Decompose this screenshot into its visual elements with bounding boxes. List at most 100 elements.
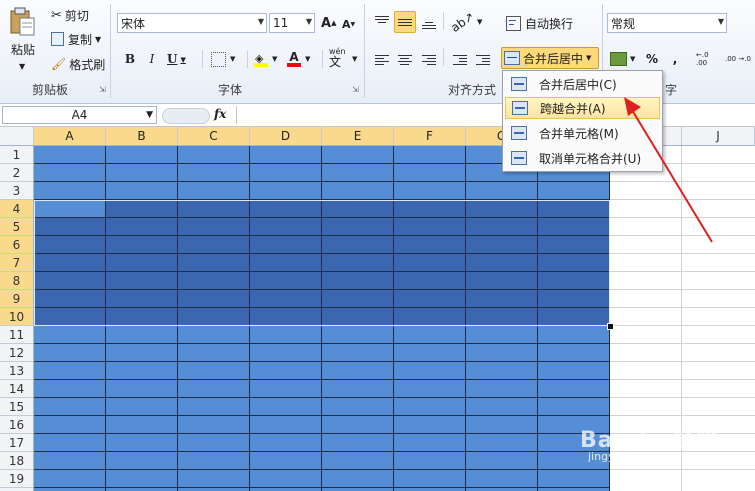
cut-label: 剪切 [64, 8, 89, 23]
formula-input[interactable] [238, 105, 753, 125]
row-header[interactable]: 17 [0, 434, 33, 452]
row-header[interactable]: 14 [0, 380, 33, 398]
increase-decimal-button[interactable]: ←.0 .00 [695, 46, 721, 72]
row-header[interactable]: 18 [0, 452, 33, 470]
fill-color-dropdown-icon[interactable]: ▼ [272, 55, 277, 63]
font-name-combo[interactable]: 宋体 ▼ [117, 13, 267, 33]
grow-font-button[interactable]: A ▲ [320, 13, 336, 33]
row-header[interactable]: 11 [0, 326, 33, 344]
copy-button[interactable]: 复制 ▼ [50, 30, 102, 48]
accounting-dropdown-icon[interactable]: ▼ [630, 55, 635, 63]
row-header[interactable]: 5 [0, 218, 33, 236]
brush-icon: 🖌 [51, 57, 67, 71]
align-center-button[interactable] [394, 47, 414, 69]
align-left-button[interactable] [371, 47, 391, 69]
col-header[interactable]: E [322, 127, 394, 145]
paste-button[interactable]: 粘贴 [4, 4, 42, 60]
wrap-text-label: 自动换行 [525, 16, 574, 31]
align-top-button[interactable] [371, 11, 391, 33]
font-color-button[interactable]: A ▼ [286, 48, 318, 70]
row-header[interactable]: 13 [0, 362, 33, 380]
orientation-button[interactable]: ab↗ ▼ [448, 9, 482, 35]
row-header[interactable]: 8 [0, 272, 33, 290]
paint-bucket-icon: ◈ [254, 51, 268, 67]
accounting-format-button[interactable]: ▼ [609, 48, 639, 70]
font-group-label: 字体 [217, 83, 242, 97]
col-header[interactable]: C [178, 127, 250, 145]
row-header[interactable]: 16 [0, 416, 33, 434]
merge-center-button[interactable]: 合并后居中 ▼ [501, 47, 599, 69]
col-header[interactable]: B [106, 127, 178, 145]
percent-button[interactable]: % [643, 48, 661, 70]
clipboard-launcher-icon[interactable]: ⇲ [99, 85, 108, 94]
row-header[interactable]: 10 [0, 308, 33, 326]
orientation-dropdown-icon[interactable]: ▼ [477, 18, 482, 26]
align-bottom-button[interactable] [418, 11, 438, 33]
decrease-indent-icon [453, 53, 467, 67]
cell-grid[interactable]: Bai du 经验 jingyan.baidu.com [34, 146, 755, 491]
underline-button[interactable]: U ▼ [166, 49, 192, 69]
row-header[interactable]: 9 [0, 290, 33, 308]
decrease-indent-button[interactable] [449, 47, 469, 69]
col-header[interactable]: A [34, 127, 106, 145]
font-launcher-icon[interactable]: ⇲ [352, 85, 361, 94]
cut-button[interactable]: ✂ 剪切 [50, 6, 90, 24]
name-box-dropdown-icon[interactable]: ▼ [146, 107, 153, 123]
align-top-icon [375, 14, 389, 25]
decrease-decimal-button[interactable]: .00 →.0 [724, 46, 752, 72]
phonetic-dropdown-icon[interactable]: ▼ [352, 55, 357, 63]
col-header[interactable]: F [394, 127, 466, 145]
borders-button[interactable]: ▼ [210, 49, 242, 69]
menu-item-merge-across[interactable]: 跨越合并(A) [505, 97, 660, 119]
shrink-font-button[interactable]: A ▼ [341, 15, 357, 33]
increase-indent-button[interactable] [472, 47, 492, 69]
insert-function-button[interactable]: fx [214, 107, 226, 121]
align-right-button[interactable] [418, 47, 438, 69]
format-painter-button[interactable]: 🖌 格式刷 [50, 55, 106, 73]
align-center-icon [398, 53, 412, 67]
select-all-corner[interactable] [0, 127, 34, 145]
row-header[interactable]: 12 [0, 344, 33, 362]
col-header[interactable]: J [682, 127, 755, 145]
row-header[interactable]: 1 [0, 146, 33, 164]
align-left-icon [375, 53, 389, 67]
comma-button[interactable]: , [667, 48, 683, 70]
font-name-dropdown-icon[interactable]: ▼ [258, 17, 264, 26]
menu-item-merge-cells[interactable]: 合并单元格(M) [505, 122, 660, 144]
row-header[interactable]: 4 [0, 200, 33, 218]
paste-label: 粘贴 [10, 43, 35, 57]
font-size-dropdown-icon[interactable]: ▼ [306, 17, 312, 26]
bold-button[interactable]: B [122, 49, 138, 69]
row-header[interactable]: 19 [0, 470, 33, 488]
menu-item-merge-center[interactable]: 合并后居中(C) [505, 73, 660, 95]
paste-dropdown-icon[interactable]: ▼ [19, 62, 25, 71]
align-middle-button[interactable] [394, 11, 416, 33]
fill-handle[interactable] [607, 323, 614, 330]
clipboard-group-label: 剪贴板 [31, 83, 68, 97]
wrap-text-button[interactable]: 自动换行 [503, 12, 576, 34]
row-header[interactable]: 3 [0, 182, 33, 200]
row-header[interactable]: 7 [0, 254, 33, 272]
formula-bar-divider-handle[interactable] [162, 108, 210, 124]
merge-dropdown-icon[interactable]: ▼ [586, 54, 591, 62]
col-header[interactable]: D [250, 127, 322, 145]
borders-dropdown-icon[interactable]: ▼ [230, 55, 235, 63]
number-format-dropdown-icon[interactable]: ▼ [718, 17, 724, 26]
name-box[interactable]: A4 ▼ [2, 106, 157, 124]
row-header[interactable]: 2 [0, 164, 33, 182]
font-size-combo[interactable]: 11 ▼ [269, 13, 315, 33]
merge-center-label: 合并后居中 [523, 51, 584, 66]
merge-dropdown-menu: 合并后居中(C) 跨越合并(A) 合并单元格(M) 取消单元格合并(U) [502, 70, 663, 172]
fill-color-button[interactable]: ◈ ▼ [253, 48, 285, 70]
menu-item-unmerge-cells[interactable]: 取消单元格合并(U) [505, 147, 660, 169]
number-format-combo[interactable]: 常规 ▼ [607, 13, 727, 33]
underline-dropdown-icon[interactable]: ▼ [180, 55, 185, 64]
italic-button[interactable]: I [144, 49, 160, 69]
font-color-dropdown-icon[interactable]: ▼ [305, 55, 310, 63]
increase-decimal-label: ←.0 .00 [696, 51, 709, 67]
row-header[interactable]: 6 [0, 236, 33, 254]
copy-dropdown-icon[interactable]: ▼ [95, 35, 101, 44]
italic-label: I [149, 52, 155, 66]
alignment-group-label: 对齐方式 [447, 83, 496, 97]
row-header[interactable]: 15 [0, 398, 33, 416]
